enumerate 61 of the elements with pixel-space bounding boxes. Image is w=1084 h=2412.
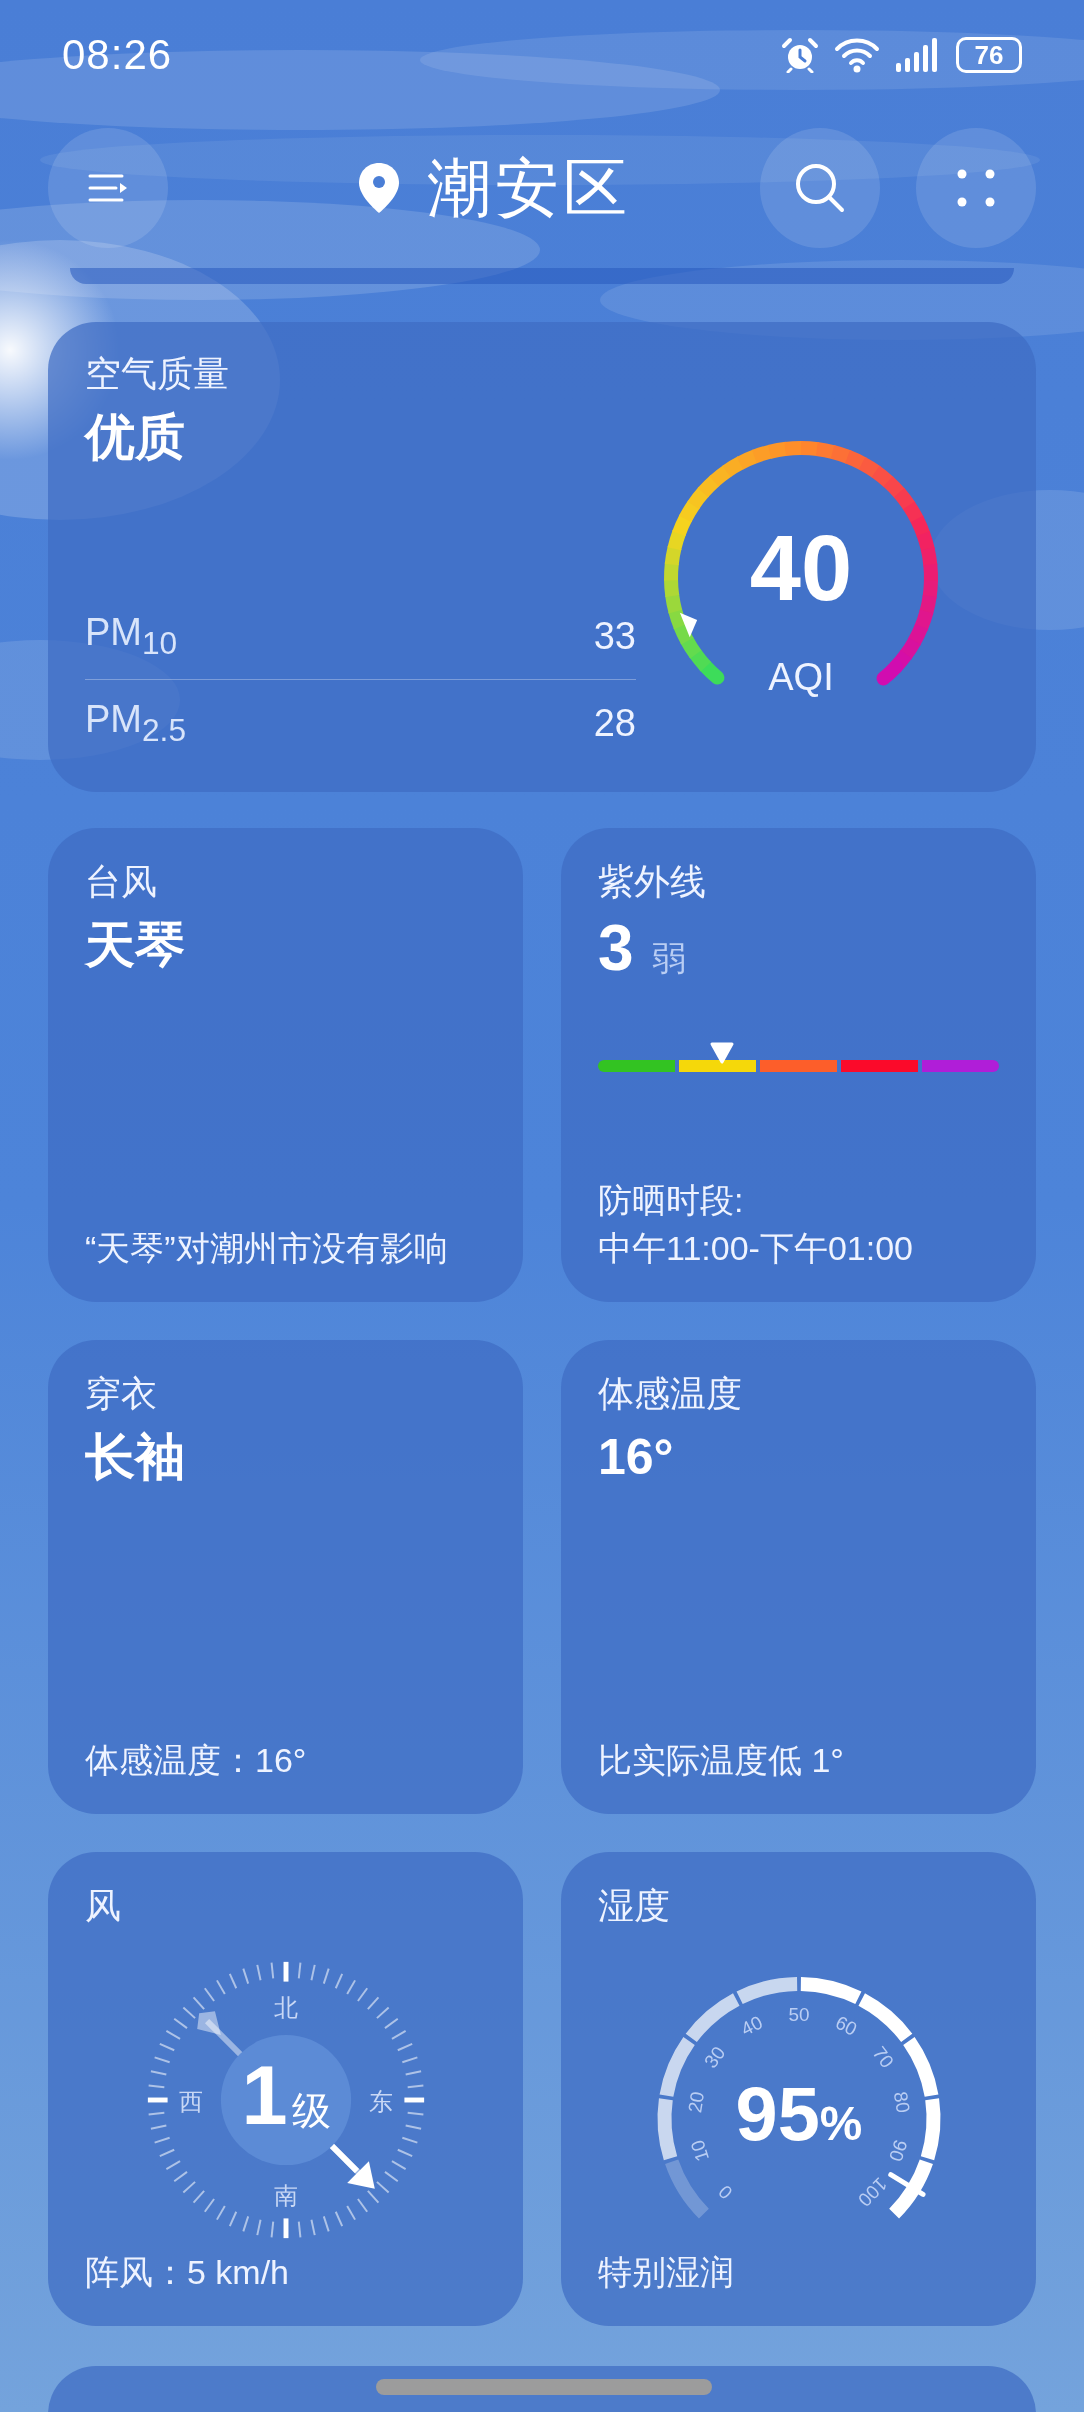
uv-grade: 弱 (651, 938, 686, 979)
uv-index: 3 (598, 911, 634, 986)
aqi-label: AQI (768, 656, 834, 698)
scale-label: 30 (699, 2042, 729, 2072)
card-value: 16° (598, 1428, 675, 1487)
scale-label: 10 (686, 2137, 713, 2164)
gauge-marker (679, 612, 698, 638)
card-title: 空气质量 (85, 352, 230, 396)
card-title: 紫外线 (598, 860, 707, 904)
card-title: 体感温度 (598, 1372, 743, 1416)
scale-label: 50 (787, 2003, 810, 2025)
card-title: 湿度 (598, 1884, 671, 1928)
text-card[interactable]: 体感温度 16° 比实际温度低 1° (561, 1340, 1036, 1814)
scale-label: 40 (737, 2011, 766, 2040)
wind-card[interactable]: 风 北 东 南 西 1级 阵风：5 km/h (48, 1852, 523, 2326)
text-card[interactable]: 台风 天琴 “天琴”对潮州市没有影响 (48, 828, 523, 1302)
wifi-icon (834, 37, 880, 73)
direction-label: 北 (273, 1995, 298, 2022)
battery-level: 76 (974, 39, 1004, 71)
card-title: 风 (85, 1884, 122, 1928)
card-value: 长袖 (85, 1428, 186, 1487)
menu-icon (88, 173, 128, 203)
sunscreen-time: 中午11:00-下午01:00 (598, 1228, 914, 1269)
four-dots-icon (956, 168, 996, 208)
sunscreen-label: 防晒时段: (598, 1180, 745, 1221)
card-note: 特别湿润 (598, 2252, 735, 2293)
status-time: 08:26 (62, 31, 173, 79)
scale-label: 0 (713, 2180, 736, 2204)
alarm-icon (780, 37, 820, 73)
humidity-card[interactable]: 湿度 0 10 20 30 40 50 60 70 80 90 100 95% 特别湿润 (561, 1852, 1036, 2326)
scale-label: 20 (683, 2090, 708, 2115)
card-title: 穿衣 (85, 1372, 158, 1416)
scale-label: 100 (853, 2173, 891, 2211)
card-note: 比实际温度低 1° (598, 1740, 845, 1781)
wind-level: 1级 (241, 2048, 330, 2142)
card-note: “天琴”对潮州市没有影响 (85, 1228, 449, 1269)
air-quality-card[interactable]: 空气质量 优质 PM$_{10}$ 33 PM$_{2.5}$ 28 40 AQI (48, 322, 1036, 792)
air-quality-value: 优质 (85, 408, 186, 467)
card-note: 体感温度：16° (85, 1740, 308, 1781)
signal-icon (894, 37, 938, 73)
card-title: 台风 (85, 860, 158, 904)
direction-label: 西 (178, 2088, 203, 2115)
pollutant-value: 33 (593, 614, 636, 658)
pollutant-label: PM$_{2.5}$ (85, 697, 186, 749)
humidity-needle (887, 2172, 926, 2197)
direction-label: 南 (273, 2182, 298, 2209)
card-value: 天琴 (85, 916, 186, 975)
direction-label: 东 (368, 2088, 393, 2115)
location-pin-icon (357, 161, 401, 215)
pollutant-label: PM$_{10}$ (85, 610, 178, 662)
scale-label: 60 (831, 2011, 860, 2040)
uv-card[interactable]: 紫外线 3 弱 防晒时段: 中午11:00-下午01:00 (561, 828, 1036, 1302)
scale-label: 90 (884, 2137, 911, 2164)
scale-label: 70 (868, 2042, 898, 2072)
scale-label: 80 (889, 2090, 914, 2115)
card-note: 阵风：5 km/h (85, 2252, 291, 2293)
pollutant-value: 28 (593, 701, 636, 745)
text-card[interactable]: 穿衣 长袖 体感温度：16° (48, 1340, 523, 1814)
aqi-value: 40 (749, 517, 853, 619)
humidity-value: 95% (735, 2071, 862, 2157)
location-title: 潮安区 (427, 150, 631, 226)
